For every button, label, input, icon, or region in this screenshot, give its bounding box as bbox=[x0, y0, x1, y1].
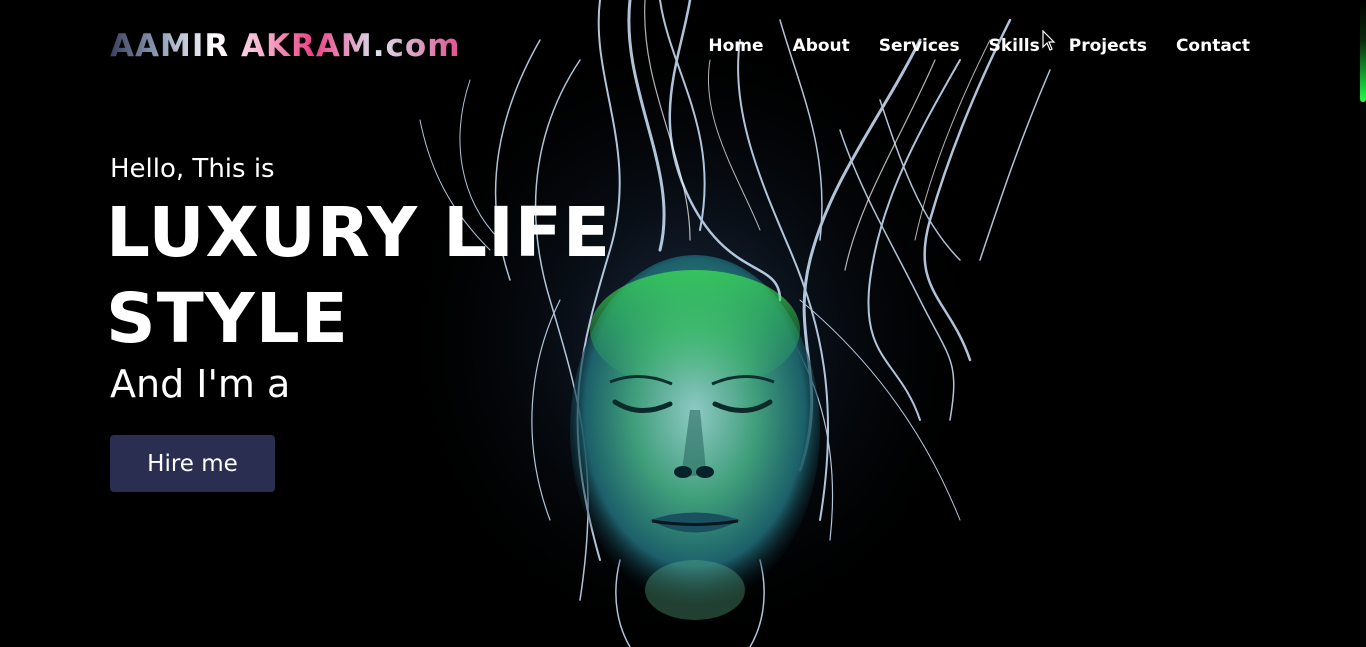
page-scrollbar[interactable] bbox=[1360, 0, 1366, 647]
mouse-cursor-icon bbox=[1042, 30, 1056, 51]
main-nav: Home About Services Skills Projects Cont… bbox=[708, 36, 1250, 56]
hero-subline: And I'm a bbox=[110, 362, 291, 406]
nav-about[interactable]: About bbox=[793, 36, 850, 56]
hero-headline-line1: LUXURY LIFE bbox=[106, 193, 612, 273]
nav-contact[interactable]: Contact bbox=[1176, 36, 1250, 56]
hero-headline-line2: STYLE bbox=[106, 279, 349, 359]
nav-projects[interactable]: Projects bbox=[1069, 36, 1147, 56]
scrollbar-thumb[interactable] bbox=[1360, 0, 1366, 102]
site-logo[interactable]: AAMIR AKRAM.com bbox=[110, 28, 461, 64]
page: AAMIR AKRAM.com Home About Services Skil… bbox=[0, 0, 1366, 647]
hero-headline: LUXURY LIFE STYLE bbox=[106, 190, 611, 362]
nav-skills[interactable]: Skills bbox=[989, 36, 1040, 56]
nav-services[interactable]: Services bbox=[879, 36, 960, 56]
hire-me-button[interactable]: Hire me bbox=[110, 435, 275, 492]
hero-greeting: Hello, This is bbox=[110, 154, 275, 184]
nav-home[interactable]: Home bbox=[708, 36, 763, 56]
